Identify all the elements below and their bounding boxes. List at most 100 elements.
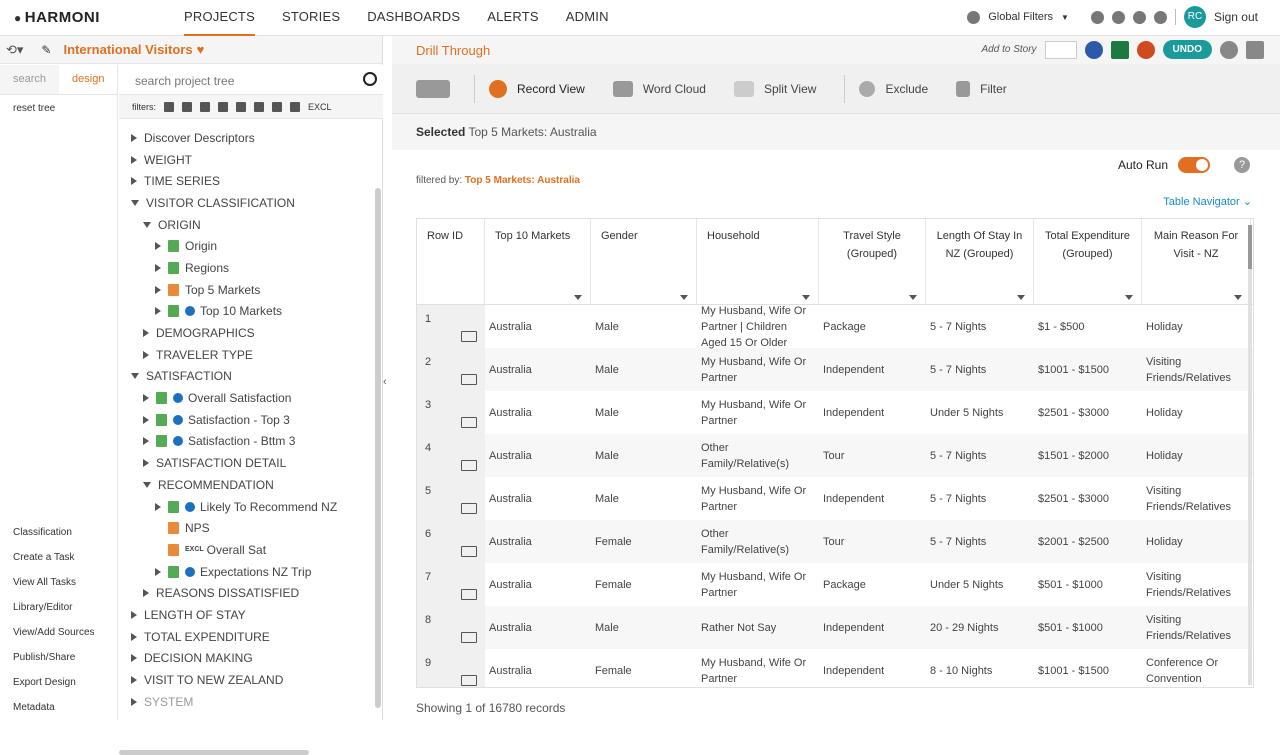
tree-node[interactable]: VISIT TO NEW ZEALAND [119,669,377,691]
row-id-cell[interactable]: 7 [417,563,485,606]
tree-node[interactable]: Top 5 Markets [119,279,377,301]
tree-node[interactable]: SYSTEM [119,691,377,713]
brain-icon[interactable] [1111,10,1125,24]
table-row[interactable]: 3 Australia Male My Husband, Wife Or Partne… [417,391,1253,434]
tree-node[interactable]: Discover Descriptors [119,127,377,149]
info-icon[interactable] [173,436,183,447]
column-menu-icon[interactable] [802,295,810,300]
expand-arrow-icon[interactable] [131,610,137,619]
info-icon[interactable] [185,501,195,512]
reset-tree-link[interactable]: reset tree [0,95,117,122]
expand-arrow-icon[interactable] [131,632,137,641]
column-menu-icon[interactable] [1017,295,1025,300]
tab-design[interactable]: design [59,65,118,94]
tree-node[interactable]: ORIGIN [119,214,377,236]
contrast-icon[interactable] [1132,10,1146,24]
record-card-icon[interactable] [461,374,477,385]
powerpoint-icon[interactable] [1136,40,1155,59]
column-header[interactable]: Top 10 Markets [485,219,591,304]
tree-node[interactable]: Regions [119,257,377,279]
globe-icon[interactable] [967,10,981,24]
row-id-cell[interactable]: 2 [417,348,485,391]
row-id-cell[interactable]: 3 [417,391,485,434]
column-menu-icon[interactable] [574,295,582,300]
tree-node[interactable]: NPS [119,517,377,539]
tree-node[interactable]: TRAVELER TYPE [119,344,377,366]
expand-arrow-icon[interactable] [143,415,149,424]
tree-node[interactable]: Satisfaction - Top 3 [119,409,377,431]
link-view-all-tasks[interactable]: View All Tasks [13,577,95,602]
expand-arrow-icon[interactable] [143,589,149,598]
table-row[interactable]: 9 Australia Female My Husband, Wife Or Part… [417,649,1253,687]
record-card-icon[interactable] [461,460,477,471]
exclude-button[interactable]: Exclude [859,80,928,97]
expand-arrow-icon[interactable] [143,394,149,403]
expand-arrow-icon[interactable] [131,155,137,164]
column-menu-icon[interactable] [1125,295,1133,300]
table-row[interactable]: 7 Australia Female My Husband, Wife Or Part… [417,563,1253,606]
column-menu-icon[interactable] [1234,295,1242,300]
tree-search[interactable]: search project tree [119,65,383,95]
collapse-arrow-icon[interactable]: ‹ [383,376,387,388]
branch-icon[interactable] [218,101,229,112]
column-header[interactable]: Length Of Stay In NZ (Grouped) [926,219,1034,304]
tag-icon[interactable] [254,101,265,112]
help-icon[interactable]: ? [1234,157,1250,173]
undo-button[interactable]: UNDO [1162,40,1212,59]
history-icon[interactable]: ⟲▾ [6,42,23,58]
table-row[interactable]: 2 Australia Male My Husband, Wife Or Partne… [417,348,1253,391]
expand-arrow-icon[interactable] [143,329,149,338]
nav-alerts[interactable]: ALERTS [487,0,539,36]
share-icon[interactable] [1084,40,1103,59]
collapse-arrow-icon[interactable] [131,199,139,206]
table-row[interactable]: 8 Australia Male Rather Not Say Independent 2… [417,606,1253,649]
auto-run-toggle[interactable] [1178,157,1210,173]
tree-node[interactable]: Satisfaction - Bttm 3 [119,431,377,453]
link-metadata[interactable]: Metadata [13,702,95,727]
tree-node[interactable]: DECISION MAKING [119,648,377,670]
record-card-icon[interactable] [461,503,477,514]
expand-arrow-icon[interactable] [131,133,137,142]
folder-icon[interactable] [236,101,247,112]
tree-node[interactable]: Overall Satisfaction [119,387,377,409]
tree-node[interactable]: Origin [119,235,377,257]
collapse-arrow-icon[interactable] [143,481,151,488]
search-input[interactable]: search project tree [135,74,234,88]
tree-node[interactable]: WEIGHT [119,149,377,171]
window-icon[interactable] [1246,40,1264,59]
table-row[interactable]: 4 Australia Male Other Family/Relative(s) To… [417,434,1253,477]
add-to-story-button[interactable] [1044,40,1077,59]
table-row[interactable]: 6 Australia Female Other Family/Relative(s)… [417,520,1253,563]
tree-node[interactable]: TIME SERIES [119,170,377,192]
tree-node[interactable]: VISITOR CLASSIFICATION [119,192,377,214]
row-id-cell[interactable]: 5 [417,477,485,520]
app-logo[interactable]: ● HARMONI [14,9,100,26]
table-back-button[interactable] [416,79,460,98]
expand-arrow-icon[interactable] [131,177,137,186]
tree-node[interactable]: EXCL Overall Sat [119,539,377,561]
column-header[interactable]: Gender [591,219,697,304]
search-icon[interactable] [363,72,377,86]
eye-icon[interactable] [272,101,283,112]
filter-button[interactable]: Filter [956,80,1007,97]
table-scroll-thumb[interactable] [1248,225,1252,269]
expand-arrow-icon[interactable] [143,459,149,468]
record-card-icon[interactable] [461,546,477,557]
table-row[interactable]: 5 Australia Male My Husband, Wife Or Partne… [417,477,1253,520]
tree-node[interactable]: Top 10 Markets [119,301,377,323]
expand-arrow-icon[interactable] [155,285,161,294]
link-library-editor[interactable]: Library/Editor [13,602,95,627]
link-view-add-sources[interactable]: View/Add Sources [13,627,95,652]
column-header[interactable]: Travel Style (Grouped) [819,219,926,304]
column-menu-icon[interactable] [680,295,688,300]
expand-arrow-icon[interactable] [155,263,161,272]
table-navigator[interactable]: Table Navigator ⌄ [1163,195,1252,208]
pin-icon[interactable] [200,101,211,112]
column-header[interactable]: Row ID [417,219,485,304]
link-export-design[interactable]: Export Design [13,677,95,702]
tree-node[interactable]: DEMOGRAPHICS [119,322,377,344]
sign-out-link[interactable]: Sign out [1214,10,1258,24]
column-header[interactable]: Total Expenditure (Grouped) [1034,219,1142,304]
column-icon[interactable] [182,101,193,112]
tree-node[interactable]: LENGTH OF STAY [119,604,377,626]
